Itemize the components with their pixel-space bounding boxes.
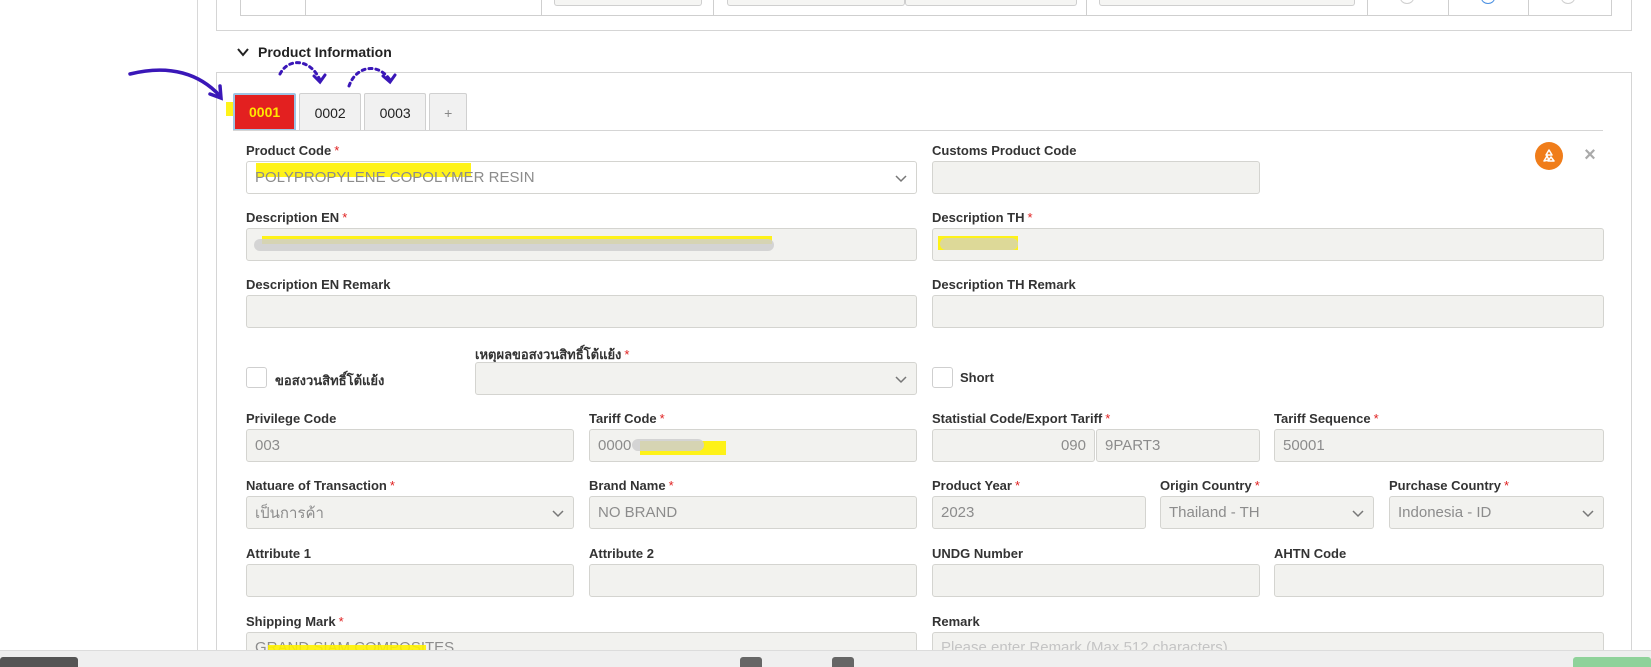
description-th-remark-input[interactable] bbox=[932, 295, 1604, 328]
product-code-label: Product Code * bbox=[246, 143, 340, 158]
customs-product-code-label: Customs Product Code bbox=[932, 143, 1077, 158]
chevron-down-icon bbox=[1582, 510, 1594, 518]
description-th-label: Description TH * bbox=[932, 210, 1033, 225]
back-button[interactable] bbox=[0, 657, 78, 667]
privilege-code-input[interactable]: 003 bbox=[246, 429, 574, 462]
table-cell-input[interactable] bbox=[554, 0, 702, 6]
ahtn-code-label: AHTN Code bbox=[1274, 546, 1347, 561]
remark-label: Remark bbox=[932, 614, 980, 629]
description-en-remark-label: Description EN Remark bbox=[246, 277, 391, 292]
origin-country-select[interactable]: Thailand - TH bbox=[1160, 496, 1374, 529]
product-code-select[interactable]: POLYPROPYLENE COPOLYMER RESIN bbox=[246, 161, 917, 194]
tab-divider bbox=[233, 130, 1603, 131]
claim-checkbox-label: ขอสงวนสิทธิ์โต้แย้ง bbox=[275, 373, 385, 388]
purchase-country-value: Indonesia - ID bbox=[1398, 504, 1492, 521]
attribute-2-input[interactable] bbox=[589, 564, 917, 597]
short-checkbox[interactable] bbox=[932, 367, 953, 388]
tariff-code-label: Tariff Code * bbox=[589, 411, 665, 426]
claim-checkbox[interactable] bbox=[246, 367, 267, 388]
shipping-mark-label: Shipping Mark * bbox=[246, 614, 344, 629]
table-divider bbox=[1367, 0, 1368, 16]
add-tab-button[interactable]: + bbox=[429, 93, 468, 131]
attribute-2-label: Attribute 2 bbox=[589, 546, 654, 561]
undg-number-label: UNDG Number bbox=[932, 546, 1024, 561]
toolbar-button[interactable] bbox=[740, 657, 762, 667]
claim-reason-select[interactable] bbox=[475, 362, 917, 395]
tab-product-0002[interactable]: 0002 bbox=[299, 93, 362, 131]
redacted-text bbox=[254, 239, 774, 251]
origin-country-value: Thailand - TH bbox=[1169, 504, 1260, 521]
recycle-icon[interactable] bbox=[1535, 142, 1563, 170]
table-divider bbox=[1448, 0, 1449, 16]
product-year-label: Product Year * bbox=[932, 478, 1021, 493]
statistical-code-label: Statistial Code/Export Tariff * bbox=[932, 411, 1111, 426]
table-divider bbox=[1528, 0, 1529, 16]
chevron-down-icon bbox=[552, 510, 564, 518]
tariff-sequence-label: Tariff Sequence * bbox=[1274, 411, 1379, 426]
product-year-input[interactable]: 2023 bbox=[932, 496, 1146, 529]
nature-of-transaction-label: Natuare of Transaction * bbox=[246, 478, 395, 493]
bottom-toolbar bbox=[0, 650, 1651, 667]
chevron-down-icon bbox=[895, 175, 907, 183]
page: Product Information 0001 0002 0003 + × P… bbox=[0, 0, 1651, 667]
description-th-remark-label: Description TH Remark bbox=[932, 277, 1076, 292]
chevron-down-icon bbox=[895, 376, 907, 384]
ahtn-code-input[interactable] bbox=[1274, 564, 1604, 597]
table-divider bbox=[713, 0, 714, 16]
redacted-text bbox=[940, 238, 1018, 250]
undg-number-input[interactable] bbox=[932, 564, 1260, 597]
product-tabs: 0001 0002 0003 + bbox=[233, 93, 468, 131]
save-button[interactable] bbox=[1573, 657, 1651, 667]
tab-product-0003[interactable]: 0003 bbox=[364, 93, 427, 131]
origin-country-label: Origin Country * bbox=[1160, 478, 1260, 493]
tab-product-0001[interactable]: 0001 bbox=[233, 93, 297, 131]
attribute-1-input[interactable] bbox=[246, 564, 574, 597]
attribute-1-label: Attribute 1 bbox=[246, 546, 311, 561]
product-code-value: POLYPROPYLENE COPOLYMER RESIN bbox=[255, 169, 535, 186]
table-cell-input[interactable] bbox=[1099, 0, 1355, 6]
customs-product-code-input[interactable] bbox=[932, 161, 1260, 194]
description-en-label: Description EN * bbox=[246, 210, 348, 225]
brand-name-input[interactable]: NO BRAND bbox=[589, 496, 917, 529]
table-divider bbox=[1086, 0, 1087, 16]
table-cell-input[interactable] bbox=[727, 0, 905, 6]
table-divider bbox=[305, 0, 306, 16]
purchase-country-label: Purchase Country * bbox=[1389, 478, 1510, 493]
tariff-sequence-input[interactable]: 50001 bbox=[1274, 429, 1604, 462]
export-tariff-input[interactable]: 9PART3 bbox=[1096, 429, 1260, 462]
close-icon[interactable]: × bbox=[1581, 143, 1599, 167]
table-cell-input[interactable] bbox=[905, 0, 1077, 6]
table-divider bbox=[541, 0, 542, 16]
brand-name-label: Brand Name * bbox=[589, 478, 674, 493]
chevron-down-icon bbox=[1352, 510, 1364, 518]
description-en-remark-input[interactable] bbox=[246, 295, 917, 328]
nature-of-transaction-value: เป็นการค้า bbox=[255, 504, 324, 522]
redacted-text bbox=[632, 439, 704, 451]
short-checkbox-label: Short bbox=[960, 370, 994, 385]
privilege-code-label: Privilege Code bbox=[246, 411, 337, 426]
toolbar-button[interactable] bbox=[832, 657, 854, 667]
description-th-input[interactable] bbox=[932, 228, 1604, 261]
purchase-country-select[interactable]: Indonesia - ID bbox=[1389, 496, 1604, 529]
nature-of-transaction-select[interactable]: เป็นการค้า bbox=[246, 496, 574, 529]
statistical-code-input[interactable]: 090 bbox=[932, 429, 1095, 462]
